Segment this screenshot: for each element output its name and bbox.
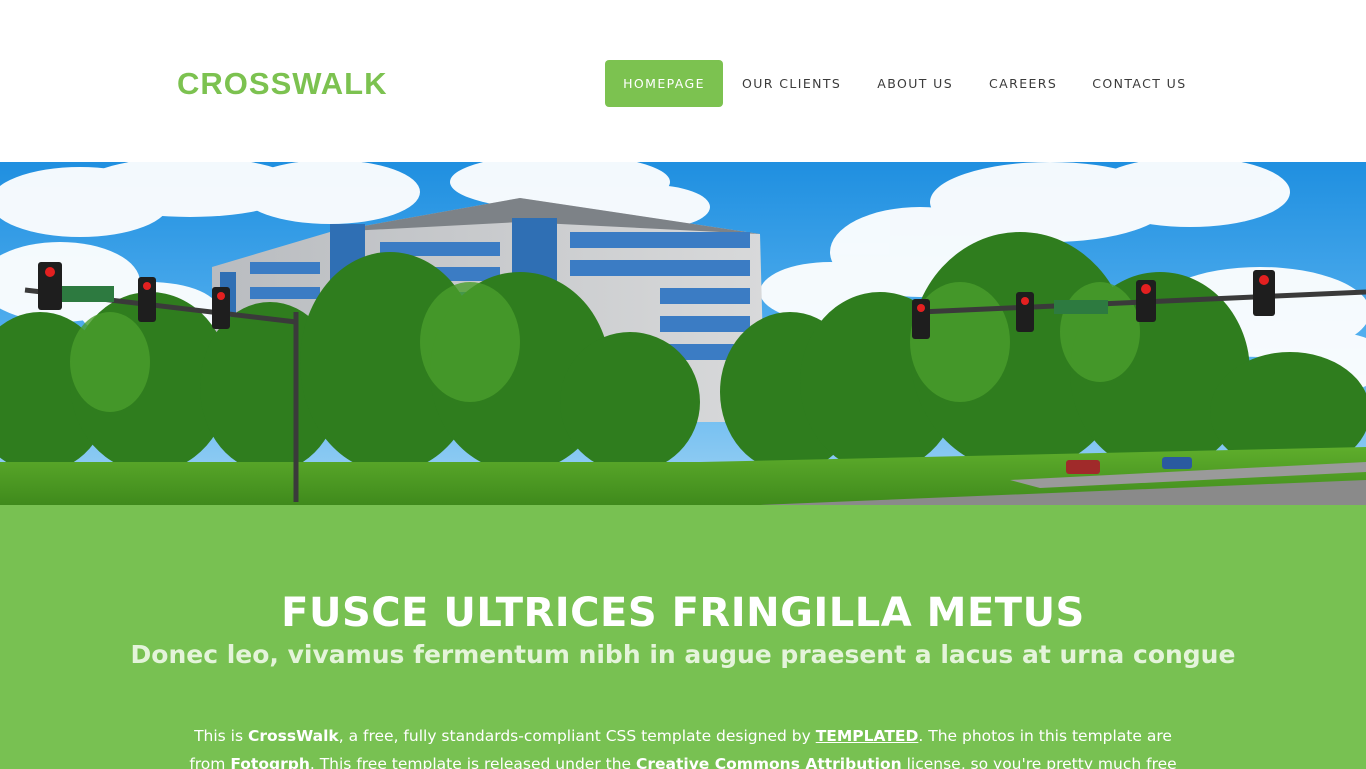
intro-text-part: This is (194, 727, 248, 745)
intro-brand: CrossWalk (247, 727, 339, 745)
nav-our-clients[interactable]: OUR CLIENTS (742, 60, 841, 107)
intro-subtitle: Donec leo, vivamus fermentum nibh in aug… (130, 640, 1236, 669)
nav-homepage[interactable]: HOMEPAGE (605, 60, 723, 107)
hero-banner (0, 162, 1366, 505)
intro-section: FUSCE ULTRICES FRINGILLA METUS Donec leo… (0, 505, 1366, 769)
banner-photo (0, 162, 1366, 505)
intro-title: FUSCE ULTRICES FRINGILLA METUS (281, 590, 1085, 636)
site-header: CROSSWALK HOMEPAGE OUR CLIENTS ABOUT US … (0, 0, 1366, 162)
intro-paragraph: This is CrossWalk, a free, fully standar… (180, 722, 1186, 769)
nav-careers[interactable]: CAREERS (989, 60, 1057, 107)
fotogrph-link[interactable]: Fotogrph (230, 755, 310, 769)
nav-contact-us[interactable]: CONTACT US (1092, 60, 1186, 107)
templated-link[interactable]: TEMPLATED (816, 727, 919, 745)
main-nav: HOMEPAGE OUR CLIENTS ABOUT US CAREERS CO… (605, 60, 1187, 107)
license-link[interactable]: Creative Commons Attribution (636, 755, 902, 769)
intro-text-part: . This free template is released under t… (309, 755, 636, 769)
intro-text-part: , a free, fully standards-compliant CSS … (338, 727, 816, 745)
page: CROSSWALK HOMEPAGE OUR CLIENTS ABOUT US … (0, 0, 1366, 769)
site-logo[interactable]: CROSSWALK (177, 64, 388, 104)
nav-about-us[interactable]: ABOUT US (877, 60, 953, 107)
